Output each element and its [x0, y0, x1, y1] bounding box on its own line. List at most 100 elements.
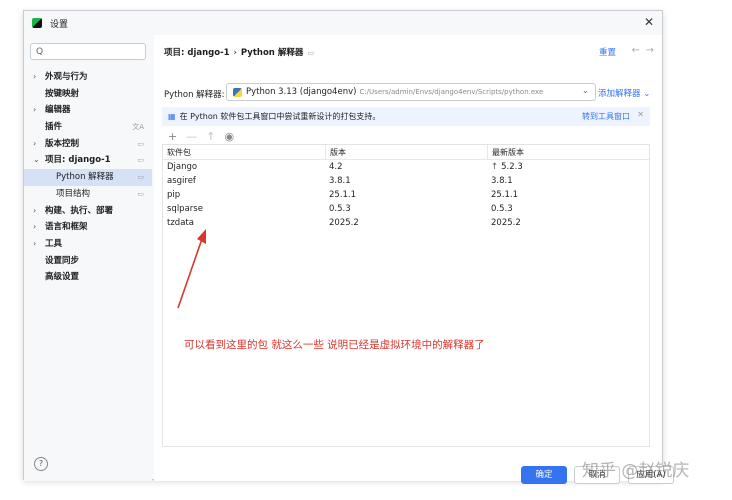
package-name: asgiref	[167, 176, 196, 186]
package-toolbar: + — ↑ ◉	[162, 128, 234, 144]
eye-icon[interactable]: ◉	[224, 130, 234, 143]
column-header-package[interactable]: 软件包	[163, 145, 325, 159]
sidebar-item-label: 版本控制	[45, 138, 80, 149]
packages-table: 软件包 版本 最新版本 Django 4.2 ↑ 5.2.3 asgiref 3.…	[162, 144, 650, 447]
project-scope-icon: ▭	[137, 173, 144, 182]
package-name: Django	[167, 162, 198, 172]
annotation-text: 可以看到这里的包 就这么一些 说明已经是虚拟环境中的解释器了	[184, 339, 485, 351]
settings-sidebar: Q › 外观与行为 按键映射 › 编辑器 插件 文A › 版本控制 ▭ ⌄ 项目: djan…	[24, 35, 152, 481]
sidebar-item-label: 编辑器	[45, 105, 71, 116]
sidebar-item-python-interpreter[interactable]: Python 解释器 ▭	[24, 169, 152, 186]
sidebar-item-keymap[interactable]: 按键映射	[24, 86, 152, 103]
apply-button[interactable]: 应用(A)	[628, 466, 674, 484]
interpreter-select[interactable]: Python 3.13 (django4env) C:/Users/admin/…	[226, 83, 596, 101]
settings-search-input[interactable]: Q	[30, 43, 146, 60]
settings-dialog: 设置 ✕ Q › 外观与行为 按键映射 › 编辑器 插件 文A › 版本控制 ▭ ⌄ 项目:…	[23, 10, 674, 484]
sidebar-item-label: Python 解释器	[56, 172, 114, 183]
sidebar-item-label: 按键映射	[45, 88, 80, 99]
package-name: pip	[167, 190, 181, 200]
settings-tree: › 外观与行为 按键映射 › 编辑器 插件 文A › 版本控制 ▭ ⌄ 项目: django…	[24, 69, 152, 286]
project-scope-icon: ▭	[137, 189, 144, 198]
project-scope-icon: ▭	[307, 49, 314, 57]
add-package-icon[interactable]: +	[168, 130, 177, 143]
sidebar-item-project[interactable]: ⌄ 项目: django-1 ▭	[24, 152, 152, 169]
pycharm-logo-icon	[32, 18, 42, 28]
chevron-right-icon: ›	[33, 222, 37, 232]
forward-arrow-icon[interactable]: →	[646, 45, 654, 56]
breadcrumb: 项目: django-1 › Python 解释器 ▭	[164, 46, 314, 58]
sidebar-item-settings-sync[interactable]: 设置同步	[24, 253, 152, 270]
chevron-right-icon: ›	[33, 105, 37, 115]
info-banner: ▦ 在 Python 软件包工具窗口中尝试重新设计的打包支持。 转到工具窗口 ✕	[162, 107, 650, 126]
package-latest: 25.1.1	[491, 190, 519, 200]
python-icon	[233, 87, 242, 97]
chevron-down-icon: ⌄	[581, 86, 589, 96]
interpreter-path: C:/Users/admin/Envs/django4env/Scripts/p…	[359, 88, 544, 96]
package-version: 3.8.1	[329, 176, 351, 186]
sidebar-item-appearance[interactable]: › 外观与行为	[24, 69, 152, 86]
package-version: 25.1.1	[329, 190, 357, 200]
project-scope-icon: ▭	[137, 139, 144, 148]
table-row[interactable]: sqlparse 0.5.3 0.5.3	[163, 202, 649, 216]
close-icon[interactable]: ✕	[644, 15, 654, 29]
package-latest: 0.5.3	[491, 204, 513, 214]
sidebar-item-editor[interactable]: › 编辑器	[24, 102, 152, 119]
go-to-tool-window-link[interactable]: 转到工具窗口	[582, 111, 630, 122]
reset-link[interactable]: 重置	[599, 46, 616, 58]
cancel-button[interactable]: 取消	[574, 466, 620, 484]
search-icon: Q	[36, 46, 44, 57]
column-header-version[interactable]: 版本	[325, 145, 487, 159]
sidebar-item-label: 项目结构	[56, 188, 91, 199]
table-row[interactable]: Django 4.2 ↑ 5.2.3	[163, 160, 649, 174]
sidebar-item-advanced[interactable]: 高级设置	[24, 269, 152, 286]
sidebar-item-build[interactable]: › 构建、执行、部署	[24, 203, 152, 220]
upgrade-arrow-icon: ↑	[491, 162, 499, 172]
chevron-right-icon: ›	[33, 205, 37, 215]
interpreter-name: Python 3.13 (django4env)	[246, 87, 357, 97]
chevron-right-icon: ›	[33, 238, 37, 248]
package-icon: ▦	[168, 112, 176, 121]
translate-icon: 文A	[132, 123, 144, 132]
sidebar-item-label: 语言和框架	[45, 222, 88, 233]
table-row[interactable]: pip 25.1.1 25.1.1	[163, 188, 649, 202]
close-icon[interactable]: ✕	[637, 110, 644, 119]
sidebar-item-languages[interactable]: › 语言和框架	[24, 219, 152, 236]
sidebar-item-label: 项目: django-1	[45, 155, 111, 166]
ok-button[interactable]: 确定	[521, 466, 567, 484]
sidebar-item-project-structure[interactable]: 项目结构 ▭	[24, 186, 152, 203]
upgrade-package-icon[interactable]: ↑	[206, 130, 215, 143]
sidebar-item-label: 构建、执行、部署	[45, 205, 114, 216]
package-version: 0.5.3	[329, 204, 351, 214]
project-scope-icon: ▭	[137, 156, 144, 165]
help-icon[interactable]: ?	[34, 457, 48, 471]
chevron-right-icon: ›	[33, 138, 37, 148]
breadcrumb-separator: ›	[233, 48, 237, 58]
add-interpreter-link[interactable]: 添加解释器 ⌄	[598, 87, 650, 99]
sidebar-item-plugins[interactable]: 插件 文A	[24, 119, 152, 136]
package-name: tzdata	[167, 218, 194, 228]
table-header: 软件包 版本 最新版本	[163, 145, 649, 160]
table-row[interactable]: tzdata 2025.2 2025.2	[163, 216, 649, 230]
chevron-right-icon: ›	[33, 72, 37, 81]
breadcrumb-project: 项目: django-1	[164, 48, 230, 58]
sidebar-item-vcs[interactable]: › 版本控制 ▭	[24, 136, 152, 153]
sidebar-item-label: 工具	[45, 238, 63, 249]
sidebar-item-label: 外观与行为	[45, 72, 88, 82]
package-latest: 2025.2	[491, 218, 521, 228]
interpreter-label: Python 解释器:	[164, 90, 225, 100]
package-latest-cell: ↑ 5.2.3	[487, 160, 649, 174]
package-latest: 3.8.1	[491, 176, 513, 186]
sidebar-item-label: 插件	[45, 122, 63, 133]
sidebar-item-label: 高级设置	[45, 272, 80, 283]
banner-text: 在 Python 软件包工具窗口中尝试重新设计的打包支持。	[179, 112, 381, 121]
table-row[interactable]: asgiref 3.8.1 3.8.1	[163, 174, 649, 188]
back-arrow-icon[interactable]: ←	[632, 45, 640, 56]
settings-content: 项目: django-1 › Python 解释器 ▭ 重置 ← → Python 解…	[154, 35, 662, 481]
column-header-latest[interactable]: 最新版本	[487, 145, 649, 159]
package-version: 4.2	[329, 162, 343, 172]
remove-package-icon[interactable]: —	[186, 130, 197, 143]
package-name: sqlparse	[167, 204, 203, 214]
sidebar-item-tools[interactable]: › 工具	[24, 236, 152, 253]
window-title: 设置	[50, 19, 69, 30]
sidebar-item-label: 设置同步	[45, 255, 80, 266]
